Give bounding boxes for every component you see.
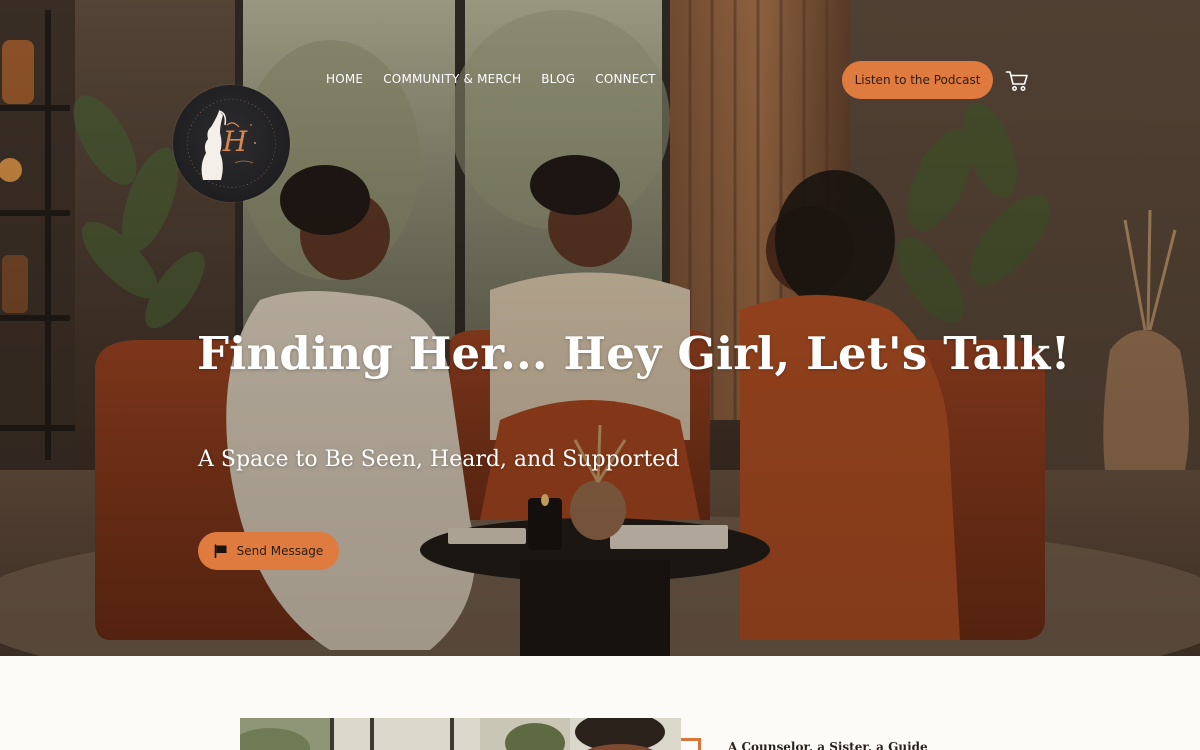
about-section: A Counselor, a Sister, a Guide <box>0 656 1200 750</box>
nav-home[interactable]: HOME <box>326 70 363 88</box>
hero-title: Finding Her... Hey Girl, Let's Talk! <box>197 327 1071 380</box>
nav-connect[interactable]: CONNECT <box>595 70 655 88</box>
site-logo[interactable]: H <box>173 85 290 202</box>
listen-podcast-button[interactable]: Listen to the Podcast <box>842 61 993 99</box>
hero-section: HOME COMMUNITY & MERCH BLOG CONNECT List… <box>0 0 1200 656</box>
about-photo-image <box>240 718 681 750</box>
page: HOME COMMUNITY & MERCH BLOG CONNECT List… <box>0 0 1200 750</box>
accent-bracket <box>681 738 701 750</box>
message-flag-icon <box>214 544 227 558</box>
send-message-label: Send Message <box>236 544 324 558</box>
nav-community-merch[interactable]: COMMUNITY & MERCH <box>383 70 521 88</box>
hero-subtitle: A Space to Be Seen, Heard, and Supported <box>198 447 680 472</box>
nav-blog[interactable]: BLOG <box>541 70 575 88</box>
silhouette-monogram-logo: H <box>187 99 276 188</box>
send-message-button[interactable]: Send Message <box>198 532 339 570</box>
logo-monogram: H <box>222 125 248 158</box>
about-photo <box>240 718 681 750</box>
main-navigation: HOME COMMUNITY & MERCH BLOG CONNECT <box>326 70 656 88</box>
cart-icon[interactable] <box>1005 69 1029 93</box>
about-heading: A Counselor, a Sister, a Guide <box>728 740 928 750</box>
